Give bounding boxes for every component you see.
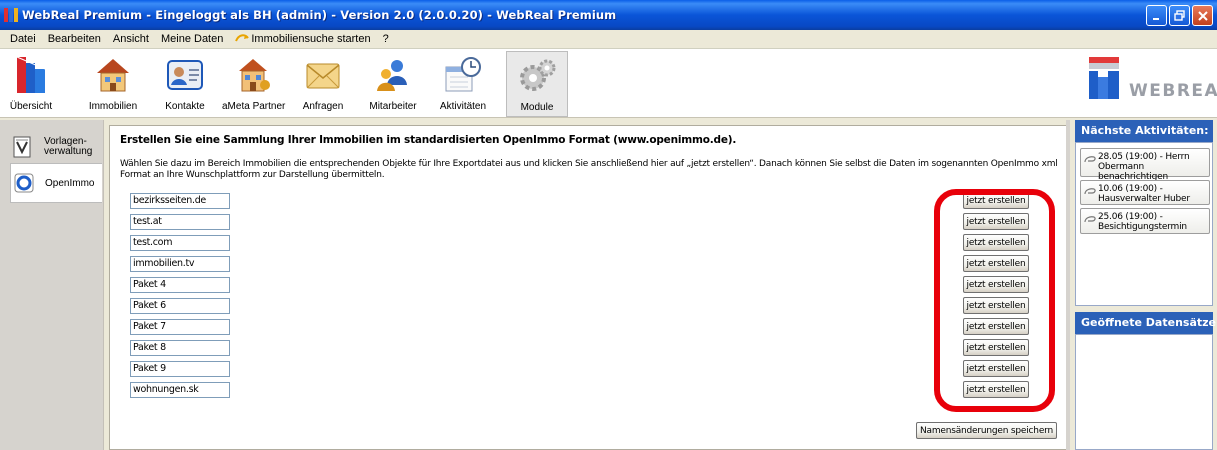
toolbar-mitarbeiter-label: Mitarbeiter xyxy=(369,101,417,112)
activity-item[interactable]: 25.06 (19:00) - Besichtigungstermin xyxy=(1080,208,1210,234)
house-icon xyxy=(93,55,133,95)
app-logo-icon xyxy=(4,7,18,23)
paperclip-icon xyxy=(1084,154,1096,164)
toolbar-module[interactable]: Module xyxy=(506,51,568,117)
main-content: Erstellen Sie eine Sammlung Ihrer Immobi… xyxy=(105,120,1070,450)
open-records-list xyxy=(1075,334,1213,450)
package-row: bezirksseiten.de jetzt erstellen xyxy=(110,191,1069,212)
package-row: test.at jetzt erstellen xyxy=(110,212,1069,233)
toolbar-uebersicht[interactable]: Übersicht xyxy=(0,51,62,117)
toolbar-kontakte-label: Kontakte xyxy=(165,101,205,112)
toolbar-aktivitaeten[interactable]: Aktivitäten xyxy=(432,51,494,117)
envelope-icon xyxy=(303,55,343,95)
menu-bar: Datei Bearbeiten Ansicht Meine Daten Imm… xyxy=(0,30,1217,48)
openimmo-icon xyxy=(13,172,35,194)
openimmo-panel: Erstellen Sie eine Sammlung Ihrer Immobi… xyxy=(109,125,1068,450)
activity-text: 25.06 (19:00) - Besichtigungstermin xyxy=(1098,212,1187,232)
create-export-button[interactable]: jetzt erstellen xyxy=(963,297,1029,314)
webreal-logo-mark-icon xyxy=(1089,57,1119,99)
webreal-logo-text: WEBREAL xyxy=(1129,81,1217,101)
menu-immobiliensuche[interactable]: Immobiliensuche starten xyxy=(229,33,376,46)
toolbar-aktivitaeten-label: Aktivitäten xyxy=(439,101,487,112)
create-export-button[interactable]: jetzt erstellen xyxy=(963,255,1029,272)
toolbar-uebersicht-label: Übersicht xyxy=(9,101,53,112)
minimize-button[interactable] xyxy=(1146,5,1167,26)
activity-text: 10.06 (19:00) - Hausverwalter Huber xyxy=(1098,184,1190,204)
search-arrow-icon xyxy=(235,33,250,46)
main-toolbar: Übersicht Immobilien Kontakte aMeta Part… xyxy=(0,48,1217,118)
partner-building-icon xyxy=(233,55,273,95)
sidebar-item-vorlagenverwaltung-label: Vorlagen- verwaltung xyxy=(44,136,93,157)
activity-text: 28.05 (19:00) - Herrn Obermann benachric… xyxy=(1098,152,1190,182)
toolbar-anfragen-label: Anfragen xyxy=(302,101,344,112)
activity-item[interactable]: 28.05 (19:00) - Herrn Obermann benachric… xyxy=(1080,148,1210,182)
create-export-button[interactable]: jetzt erstellen xyxy=(963,339,1029,356)
package-name-input[interactable]: test.at xyxy=(130,214,230,230)
toolbar-module-label: Module xyxy=(520,102,554,113)
toolbar-immobilien[interactable]: Immobilien xyxy=(82,51,144,117)
create-export-button[interactable]: jetzt erstellen xyxy=(963,318,1029,335)
package-name-input[interactable]: bezirksseiten.de xyxy=(130,193,230,209)
package-name-input[interactable]: immobilien.tv xyxy=(130,256,230,272)
package-row: Paket 7 jetzt erstellen xyxy=(110,317,1069,338)
package-name-input[interactable]: test.com xyxy=(130,235,230,251)
package-name-input[interactable]: Paket 6 xyxy=(130,298,230,314)
gears-icon xyxy=(517,56,557,96)
package-row: Paket 6 jetzt erstellen xyxy=(110,296,1069,317)
close-button[interactable] xyxy=(1192,5,1213,26)
toolbar-ameta-partner[interactable]: aMeta Partner xyxy=(222,51,286,117)
package-row: Paket 4 jetzt erstellen xyxy=(110,275,1069,296)
package-name-input[interactable]: wohnungen.sk xyxy=(130,382,230,398)
package-name-input[interactable]: Paket 8 xyxy=(130,340,230,356)
toolbar-immobilien-label: Immobilien xyxy=(88,101,138,112)
sidebar-item-openimmo-label: OpenImmo xyxy=(45,177,95,189)
activities-list: 28.05 (19:00) - Herrn Obermann benachric… xyxy=(1075,142,1213,306)
template-icon xyxy=(12,136,34,158)
sidebar-item-vorlagenverwaltung[interactable]: Vorlagen- verwaltung xyxy=(10,126,102,168)
staff-icon xyxy=(373,55,413,95)
package-row: wohnungen.sk jetzt erstellen xyxy=(110,380,1069,401)
webreal-logo: WEBREAL xyxy=(1089,55,1217,111)
window-title: WebReal Premium - Eingeloggt als BH (adm… xyxy=(22,8,617,22)
activity-item[interactable]: 10.06 (19:00) - Hausverwalter Huber xyxy=(1080,180,1210,205)
title-bar: WebReal Premium - Eingeloggt als BH (adm… xyxy=(0,0,1217,30)
overview-icon xyxy=(11,55,51,95)
menu-help[interactable]: ? xyxy=(377,33,395,45)
calendar-clock-icon xyxy=(443,55,483,95)
create-export-button[interactable]: jetzt erstellen xyxy=(963,213,1029,230)
package-name-input[interactable]: Paket 7 xyxy=(130,319,230,335)
package-row: Paket 8 jetzt erstellen xyxy=(110,338,1069,359)
toolbar-anfragen[interactable]: Anfragen xyxy=(292,51,354,117)
menu-meine-daten[interactable]: Meine Daten xyxy=(155,33,229,45)
create-export-button[interactable]: jetzt erstellen xyxy=(963,192,1029,209)
toolbar-ameta-partner-label: aMeta Partner xyxy=(222,101,286,112)
menu-datei[interactable]: Datei xyxy=(4,33,42,45)
contact-card-icon xyxy=(165,55,205,95)
package-row: Paket 9 jetzt erstellen xyxy=(110,359,1069,380)
menu-ansicht[interactable]: Ansicht xyxy=(107,33,155,45)
right-pane: Nächste Aktivitäten: 28.05 (19:00) - Her… xyxy=(1070,120,1217,450)
package-row: immobilien.tv jetzt erstellen xyxy=(110,254,1069,275)
toolbar-kontakte[interactable]: Kontakte xyxy=(154,51,216,117)
toolbar-mitarbeiter[interactable]: Mitarbeiter xyxy=(362,51,424,117)
activities-header: Nächste Aktivitäten: xyxy=(1075,120,1213,142)
create-export-button[interactable]: jetzt erstellen xyxy=(963,360,1029,377)
page-heading: Erstellen Sie eine Sammlung Ihrer Immobi… xyxy=(120,134,737,146)
module-sidebar: Vorlagen- verwaltung OpenImmo xyxy=(0,120,104,450)
create-export-button[interactable]: jetzt erstellen xyxy=(963,234,1029,251)
package-row: test.com jetzt erstellen xyxy=(110,233,1069,254)
create-export-button[interactable]: jetzt erstellen xyxy=(963,381,1029,398)
open-records-header: Geöffnete Datensätze: xyxy=(1075,312,1217,334)
package-name-input[interactable]: Paket 9 xyxy=(130,361,230,377)
package-name-input[interactable]: Paket 4 xyxy=(130,277,230,293)
sidebar-item-openimmo[interactable]: OpenImmo xyxy=(10,163,102,203)
save-name-changes-button[interactable]: Namensänderungen speichern xyxy=(916,422,1057,439)
menu-bearbeiten[interactable]: Bearbeiten xyxy=(42,33,107,45)
menu-immobiliensuche-label: Immobiliensuche starten xyxy=(251,33,371,45)
restore-button[interactable] xyxy=(1169,5,1190,26)
page-description: Wählen Sie dazu im Bereich Immobilien di… xyxy=(120,159,1058,180)
paperclip-icon xyxy=(1084,214,1096,224)
create-export-button[interactable]: jetzt erstellen xyxy=(963,276,1029,293)
paperclip-icon xyxy=(1084,186,1096,196)
